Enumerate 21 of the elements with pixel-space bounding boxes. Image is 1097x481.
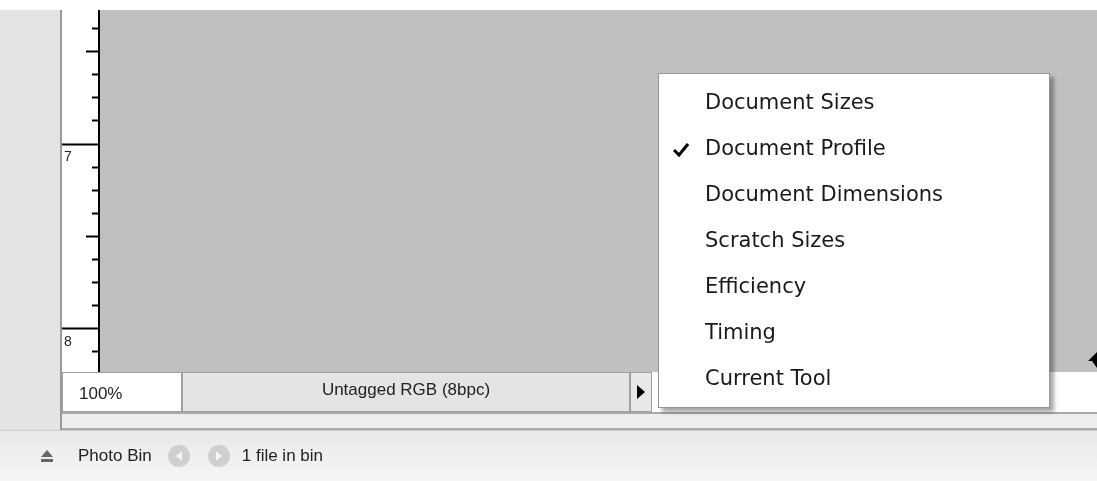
- cursor-icon: [1088, 352, 1097, 368]
- menu-item[interactable]: Scratch Sizes: [659, 218, 1049, 264]
- play-arrow-icon: [636, 385, 646, 399]
- menu-item[interactable]: Efficiency: [659, 264, 1049, 310]
- file-count: 1 file in bin: [241, 445, 323, 468]
- document-info: Untagged RGB (8bpc): [182, 372, 630, 412]
- menu-item[interactable]: Current Tool: [659, 356, 1049, 402]
- eject-icon[interactable]: [40, 449, 54, 463]
- zoom-field[interactable]: 100%: [62, 372, 182, 412]
- check-icon: [673, 143, 689, 157]
- horizontal-scrollbar[interactable]: [62, 412, 1097, 430]
- status-menu-button[interactable]: [630, 372, 652, 412]
- left-arrow-icon: [174, 451, 183, 461]
- ruler-label: 7: [64, 149, 72, 163]
- ruler-label: 8: [64, 334, 72, 348]
- right-arrow-icon: [214, 451, 223, 461]
- menu-item[interactable]: Document Sizes: [659, 80, 1049, 126]
- menu-item[interactable]: Document Profile: [659, 126, 1049, 172]
- menu-item[interactable]: Timing: [659, 310, 1049, 356]
- menu-item[interactable]: Document Dimensions: [659, 172, 1049, 218]
- photo-bin-label: Photo Bin: [78, 445, 152, 468]
